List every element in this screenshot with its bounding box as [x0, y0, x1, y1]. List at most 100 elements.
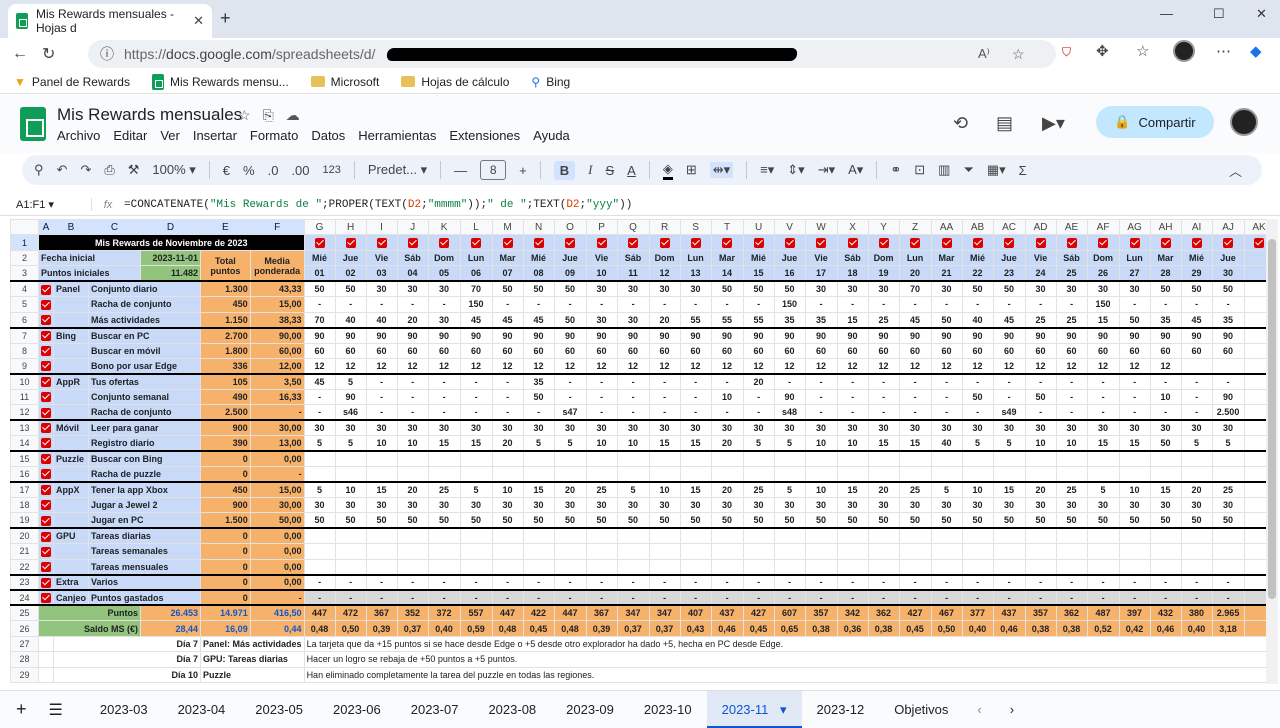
puntos-day-cell[interactable]: 427 [898, 604, 932, 622]
points-cell[interactable]: - [961, 296, 994, 313]
points-cell[interactable]: 50 [1180, 280, 1213, 298]
points-cell[interactable]: 30 [1086, 419, 1120, 437]
points-cell[interactable] [1211, 357, 1245, 375]
checkbox-icon[interactable] [1129, 237, 1140, 248]
row-checkbox-cell[interactable] [38, 296, 54, 313]
points-cell[interactable]: 30 [427, 496, 461, 514]
points-cell[interactable] [334, 558, 367, 576]
checkbox-icon[interactable] [439, 237, 450, 248]
checkbox-icon[interactable] [816, 237, 827, 248]
points-cell[interactable]: s48 [773, 404, 806, 421]
points-cell[interactable]: 90 [992, 327, 1026, 344]
activity-name-cell[interactable]: Tareas semanales [88, 543, 202, 560]
points-cell[interactable]: 25 [898, 481, 932, 498]
column-header[interactable]: Y [867, 218, 900, 236]
points-cell[interactable] [522, 527, 555, 545]
points-cell[interactable]: 12 [1118, 357, 1151, 375]
category-cell[interactable]: AppR [52, 373, 90, 390]
points-cell[interactable]: 15 [992, 481, 1026, 498]
points-cell[interactable]: 10 [365, 435, 398, 452]
row-checkbox-cell[interactable] [38, 558, 54, 576]
points-cell[interactable]: 30 [1180, 419, 1213, 437]
points-cell[interactable]: - [1118, 589, 1151, 606]
points-cell[interactable] [553, 558, 587, 576]
total-cell[interactable]: 2.500 [200, 404, 251, 421]
total-cell[interactable]: 1.500 [200, 512, 251, 529]
points-cell[interactable]: 5 [961, 435, 994, 452]
day-number-cell[interactable]: 02 [334, 265, 367, 282]
row-checkbox-cell[interactable] [38, 589, 54, 606]
checkbox-icon[interactable] [41, 284, 51, 295]
points-cell[interactable]: - [961, 574, 994, 591]
points-cell[interactable]: - [491, 296, 524, 313]
points-cell[interactable]: - [1024, 296, 1057, 313]
points-cell[interactable]: 30 [1211, 496, 1245, 514]
checkbox-icon[interactable] [41, 500, 51, 511]
version-history-icon[interactable]: ⟲ [953, 113, 968, 134]
points-cell[interactable]: 12 [1055, 357, 1088, 375]
total-cell[interactable]: 0 [200, 450, 251, 468]
points-cell[interactable]: 12 [1086, 357, 1120, 375]
total-cell[interactable]: 450 [200, 481, 251, 498]
weekday-cell[interactable]: Jue [334, 249, 367, 267]
points-cell[interactable]: - [553, 574, 587, 591]
sheet-tab-2023-05[interactable]: 2023-05 [240, 691, 318, 728]
day-number-cell[interactable]: 12 [648, 265, 681, 282]
weekday-cell[interactable]: Mar [1149, 249, 1182, 267]
points-cell[interactable]: 35 [773, 311, 806, 329]
points-cell[interactable] [459, 527, 493, 545]
puntos-day-cell[interactable]: 397 [1118, 604, 1151, 622]
day-checkbox-cell[interactable] [992, 234, 1026, 251]
day-number-cell[interactable]: 22 [961, 265, 994, 282]
points-cell[interactable] [1086, 558, 1120, 576]
points-cell[interactable] [616, 450, 650, 468]
bookmark-mis-rewards[interactable]: Mis Rewards mensu... [151, 73, 289, 90]
saldo-day-cell[interactable]: 0,46 [1149, 620, 1182, 637]
weekday-cell[interactable]: Lun [459, 249, 493, 267]
points-cell[interactable]: 30 [836, 496, 869, 514]
points-cell[interactable]: - [1055, 574, 1088, 591]
row-checkbox-cell[interactable] [38, 512, 54, 529]
points-cell[interactable] [1055, 450, 1088, 468]
menu-ayuda[interactable]: Ayuda [533, 128, 570, 143]
checkbox-icon[interactable] [1004, 237, 1015, 248]
day-number-cell[interactable]: 10 [585, 265, 618, 282]
points-cell[interactable]: 50 [710, 280, 744, 298]
points-cell[interactable]: 12 [553, 357, 587, 375]
row-number[interactable]: 23 [10, 574, 39, 591]
points-cell[interactable] [1211, 527, 1245, 545]
points-cell[interactable]: 5 [334, 435, 367, 452]
browser-tab[interactable]: Mis Rewards mensuales - Hojas d ✕ [8, 4, 212, 38]
points-cell[interactable]: 45 [459, 311, 493, 329]
points-cell[interactable] [522, 450, 555, 468]
day-checkbox-cell[interactable] [742, 234, 775, 251]
menu-datos[interactable]: Datos [311, 128, 345, 143]
points-cell[interactable]: - [553, 589, 587, 606]
points-cell[interactable]: - [427, 574, 461, 591]
points-cell[interactable]: - [710, 404, 744, 421]
points-cell[interactable]: - [773, 574, 806, 591]
points-cell[interactable]: - [961, 373, 994, 390]
points-cell[interactable]: 60 [396, 342, 429, 359]
points-cell[interactable] [1118, 558, 1151, 576]
points-cell[interactable]: - [1086, 373, 1120, 390]
favorite-star-icon[interactable]: ☆ [1012, 46, 1025, 63]
day-checkbox-cell[interactable] [867, 234, 900, 251]
points-cell[interactable]: - [616, 574, 650, 591]
weekday-cell[interactable]: Mar [710, 249, 744, 267]
points-cell[interactable] [773, 558, 806, 576]
points-cell[interactable]: 90 [773, 327, 806, 344]
points-cell[interactable] [303, 450, 336, 468]
points-cell[interactable]: - [836, 373, 869, 390]
points-cell[interactable] [773, 543, 806, 560]
checkbox-icon[interactable] [784, 237, 795, 248]
points-cell[interactable]: - [1149, 574, 1182, 591]
points-cell[interactable] [1024, 527, 1057, 545]
column-header[interactable]: M [491, 218, 524, 236]
row-number[interactable]: 12 [10, 404, 39, 421]
points-cell[interactable]: - [804, 589, 838, 606]
checkbox-icon[interactable] [41, 577, 51, 588]
media-cell[interactable]: 15,00 [249, 296, 305, 313]
points-cell[interactable]: 50 [679, 512, 712, 529]
points-cell[interactable]: - [491, 574, 524, 591]
